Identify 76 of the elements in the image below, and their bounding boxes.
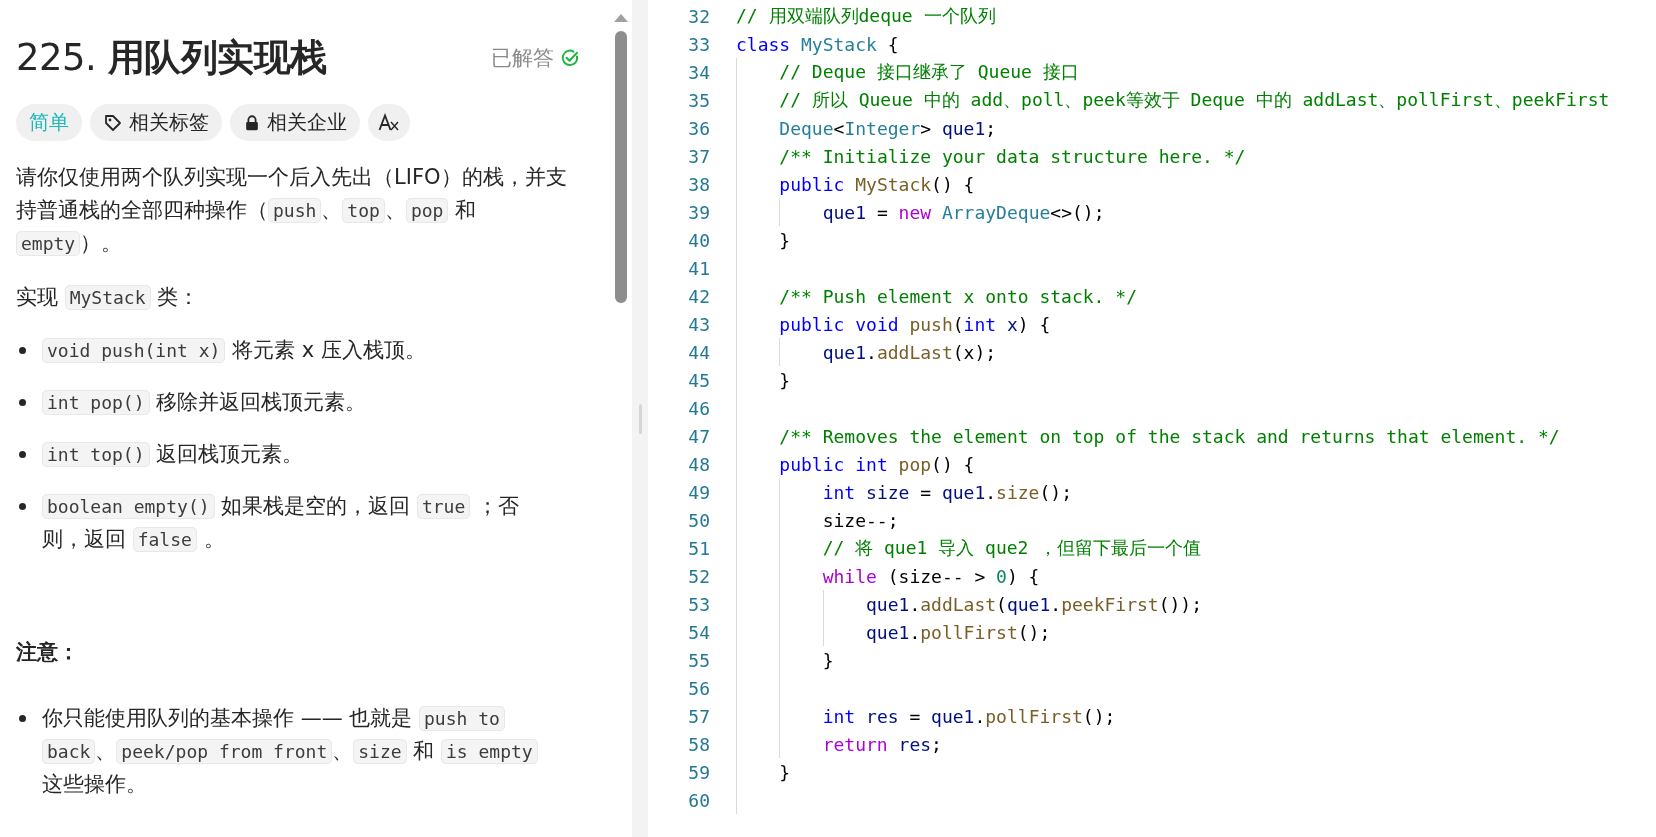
line-number: 46 [687,397,710,419]
problem-title: 225. 用队列实现栈 [16,35,327,81]
line-number: 53 [687,593,710,615]
bullet-icon [19,451,26,458]
code-line: // 将 que1 导入 que2 ，但留下最后一个值 [822,536,1202,560]
code-line: public void push(int x) { [779,313,1051,335]
line-number: 33 [687,33,710,55]
scroll-up-arrow-icon[interactable] [614,14,628,22]
list-item-text: void push(int x) 将元素 x 压入栈顶。 [42,334,426,367]
code-line: } [779,369,791,391]
line-number: 34 [687,61,710,83]
list-item-text: int pop() 移除并返回栈顶元素。 [42,386,367,419]
line-number: 35 [687,89,710,111]
line-number: 60 [687,789,710,811]
line-number: 37 [687,145,710,167]
code-line: Deque<Integer> que1; [779,117,997,139]
line-number: 58 [687,733,710,755]
code-line: public MyStack() { [779,173,975,195]
code-line: while (size-- > 0) { [822,565,1040,587]
line-number: 47 [687,425,710,447]
line-number: 48 [687,453,710,475]
line-number: 59 [687,761,710,783]
code-line: } [822,649,834,671]
code-line: // 所以 Queue 中的 add、poll、peek等效于 Deque 中的 addLast、pollFirst、peekFirst [779,88,1610,112]
translate-icon [378,112,400,133]
line-number: 45 [687,369,710,391]
line-number: 36 [687,117,710,139]
bullet-icon [19,347,26,354]
notes-heading: 注意： [16,639,80,666]
related-companies-button[interactable]: 相关企业 [230,104,360,141]
code-line: /** Push element x onto stack. */ [779,285,1137,307]
code-line: return res; [822,733,942,755]
code-line: // 用双端队列deque 一个队列 [736,4,996,28]
code-line: class MyStack { [736,33,899,55]
line-number: 56 [687,677,710,699]
code-line: int size = que1.size(); [822,481,1072,503]
code-line: que1 = new ArrayDeque<>(); [822,201,1105,223]
line-number: 51 [687,537,710,559]
line-number: 55 [687,649,710,671]
line-number: 50 [687,509,710,531]
tag-icon [103,112,123,133]
list-item-text: boolean empty() 如果栈是空的，返回 true ；否则，返回 false 。 [42,493,520,554]
list-item-text: int top() 返回栈顶元素。 [42,438,304,471]
line-number: 40 [687,229,710,251]
line-number: 39 [687,201,710,223]
bullet-icon [19,399,26,406]
code-line: int res = que1.pollFirst(); [822,705,1116,727]
code-line: } [779,761,791,783]
line-number: 38 [687,173,710,195]
description-paragraph: 实现 MyStack 类： [16,283,201,312]
line-number: 54 [687,621,710,643]
code-line: /** Initialize your data structure here. */ [779,145,1246,167]
line-number: 42 [687,285,710,307]
scrollbar-thumb[interactable] [615,31,627,303]
description-paragraph: 请你仅使用两个队列实现一个后入先出（LIFO）的栈，并支持普通栈的全部四种操作（ push 、 top 、 pop 和 empty ）。 [16,164,568,258]
line-number: 57 [687,705,710,727]
code-line: size--; [822,509,899,531]
related-tags-button[interactable]: 相关标签 [90,104,222,141]
bullet-icon [19,503,26,510]
translate-button[interactable] [368,104,410,141]
line-number: 52 [687,565,710,587]
line-number: 32 [687,5,710,27]
line-number: 43 [687,313,710,335]
line-number: 49 [687,481,710,503]
line-number: 44 [687,341,710,363]
code-line: que1.addLast(x); [822,341,997,363]
code-line: } [779,229,791,251]
line-number: 41 [687,257,710,279]
code-line: /** Removes the element on top of the stack and returns that element. */ [779,425,1560,447]
code-line: // Deque 接口继承了 Queue 接口 [779,60,1079,84]
code-line: que1.pollFirst(); [866,621,1051,643]
lock-icon [243,113,261,132]
solved-status: 已解答 [491,45,554,72]
bullet-icon [19,715,26,722]
code-line: que1.addLast(que1.peekFirst()); [866,593,1203,615]
code-line: public int pop() { [779,453,975,475]
